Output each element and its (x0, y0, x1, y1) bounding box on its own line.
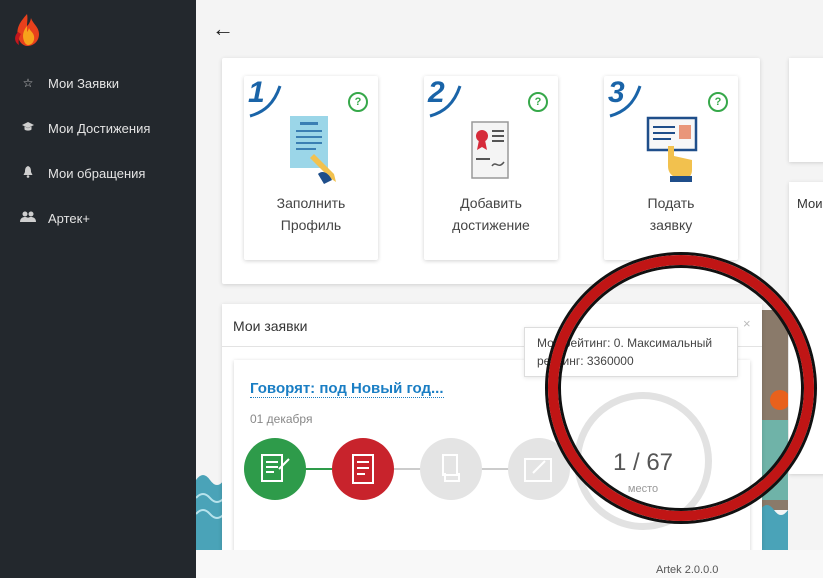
step-label: Добавить достижение (452, 195, 530, 233)
step-number-arc-icon (609, 85, 642, 118)
edit-box-icon (524, 458, 552, 482)
scenery-illustration (760, 310, 788, 550)
help-icon[interactable]: ? (348, 92, 368, 112)
onboarding-steps-card: 1 ? Заполнить Профиль 2 ? Добавить дости… (222, 58, 760, 284)
logo-flame-icon[interactable] (10, 12, 50, 56)
step-submit-application[interactable]: 3 ? Подать заявку (604, 76, 738, 260)
hand-card-icon (442, 454, 460, 482)
star-icon: ☆ (22, 76, 34, 90)
sidebar-item-my-achievements[interactable]: Мои Достижения (0, 109, 196, 147)
rating-tooltip: Мой рейтинг: 0. Максимальный рейтинг: 33… (524, 327, 738, 377)
step-label: Заполнить Профиль (276, 195, 346, 233)
rank-value: 1 / 67 (612, 449, 674, 476)
id-card-hand-icon (646, 116, 698, 182)
users-icon (18, 211, 38, 225)
right-top-card (789, 58, 823, 162)
close-icon[interactable]: × (743, 316, 751, 331)
sidebar-item-my-requests[interactable]: Мои обращения (0, 154, 196, 192)
step-label: Подать заявку (647, 195, 695, 233)
sidebar-item-label: Мои Достижения (48, 120, 151, 136)
application-date: 01 декабря (250, 412, 313, 426)
version-label: Artek 2.0.0.0 (656, 564, 719, 576)
certificate-icon (471, 121, 509, 179)
right-side-card: Мои (789, 182, 823, 474)
step-number-arc-icon (429, 85, 462, 118)
wave-decoration (196, 475, 224, 550)
stage-final-pending[interactable] (508, 438, 570, 500)
form-document-icon (290, 116, 336, 184)
document-list-icon (352, 454, 374, 484)
stage-review-pending[interactable] (420, 438, 482, 500)
stage-profile-done[interactable] (244, 438, 306, 500)
graduation-cap-icon (18, 121, 38, 135)
rank-label: место (627, 483, 659, 495)
application-title-link[interactable]: Говорят: под Новый год... (250, 380, 444, 398)
sidebar: ☆ Мои Заявки Мои Достижения Мои обращени… (0, 0, 196, 578)
rank-circle: 1 / 67 место (574, 392, 712, 530)
sidebar-item-my-applications[interactable]: ☆ Мои Заявки (0, 64, 196, 102)
sidebar-item-artek-plus[interactable]: Артек+ (0, 199, 196, 237)
help-icon[interactable]: ? (708, 92, 728, 112)
back-arrow-icon[interactable]: ← (212, 18, 234, 40)
sidebar-item-label: Мои Заявки (48, 75, 120, 91)
panel-title: Мои заявки (233, 318, 308, 334)
step-add-achievement[interactable]: 2 ? Добавить достижение (424, 76, 558, 260)
bell-icon (18, 165, 38, 181)
sidebar-item-label: Артек+ (48, 210, 90, 226)
stage-document-active[interactable] (332, 438, 394, 500)
help-icon[interactable]: ? (528, 92, 548, 112)
right-card-title: Мои (797, 196, 823, 211)
form-check-icon (261, 454, 290, 482)
application-card: Говорят: под Новый год... 01 декабря 1 /… (234, 360, 750, 550)
footer (196, 550, 823, 578)
sidebar-item-label: Мои обращения (48, 165, 146, 181)
step-fill-profile[interactable]: 1 ? Заполнить Профиль (244, 76, 378, 260)
